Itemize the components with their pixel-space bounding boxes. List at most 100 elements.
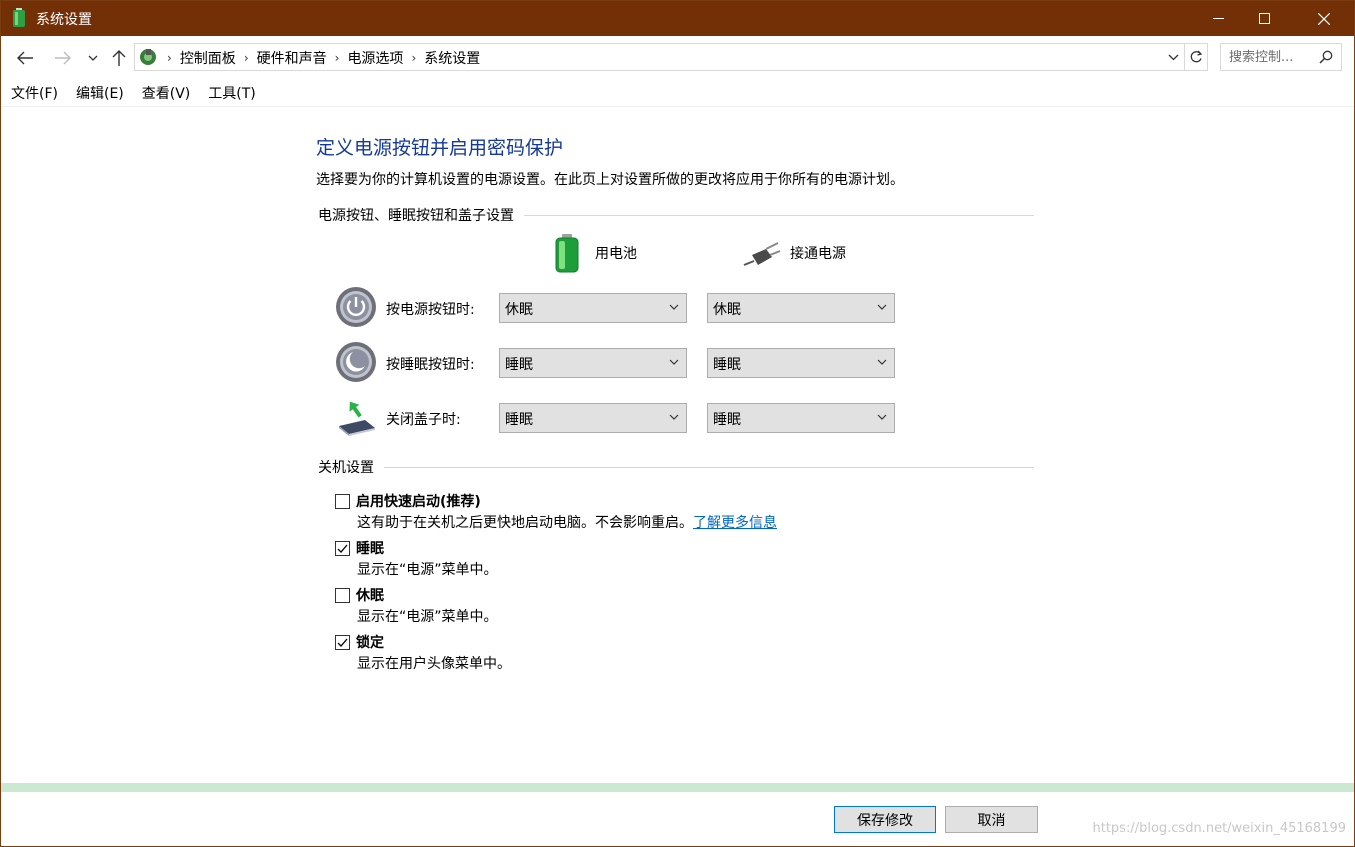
checkmark-icon bbox=[337, 544, 348, 553]
up-button[interactable] bbox=[107, 45, 131, 71]
chevron-down-icon bbox=[877, 414, 887, 420]
fast-startup-desc-text: 这有助于在关机之后更快地启动电脑。不会影响重启。 bbox=[357, 515, 693, 531]
address-bar[interactable]: › 控制面板 › 硬件和声音 › 电源选项 › 系统设置 bbox=[134, 43, 1208, 71]
plugged-in-column-header: 接通电源 bbox=[742, 237, 846, 269]
close-button[interactable] bbox=[1301, 1, 1347, 36]
chevron-down-icon bbox=[88, 55, 98, 61]
hibernate-option[interactable]: 休眠 bbox=[335, 585, 384, 605]
fast-startup-label[interactable]: 启用快速启动(推荐) bbox=[356, 491, 481, 511]
window-title: 系统设置 bbox=[36, 12, 92, 28]
search-box[interactable] bbox=[1220, 43, 1342, 71]
select-value: 睡眠 bbox=[713, 357, 741, 373]
breadcrumb-power-options[interactable]: 电源选项 bbox=[341, 48, 409, 68]
buttons-section-header: 电源按钮、睡眠按钮和盖子设置 bbox=[318, 205, 1034, 225]
chevron-down-icon bbox=[669, 414, 679, 420]
fast-startup-option[interactable]: 启用快速启动(推荐) bbox=[335, 491, 481, 511]
hibernate-checkbox[interactable] bbox=[335, 587, 350, 603]
section-heading: 关机设置 bbox=[318, 460, 374, 476]
chevron-right-icon[interactable]: › bbox=[242, 51, 251, 65]
chevron-down-icon bbox=[669, 359, 679, 365]
main-content: 定义电源按钮并启用密码保护 选择要为你的计算机设置的电源设置。在此页上对设置所做… bbox=[1, 107, 1354, 783]
power-button-label: 按电源按钮时: bbox=[386, 302, 475, 318]
chevron-right-icon[interactable]: › bbox=[333, 51, 342, 65]
divider bbox=[384, 466, 1034, 468]
window: 系统设置 › 控制面板 › 硬件和声音 › 电源选项 › 系统设置 搜索控制..… bbox=[0, 0, 1355, 847]
battery-icon bbox=[555, 234, 579, 273]
page-description: 选择要为你的计算机设置的电源设置。在此页上对设置所做的更改将应用于你所有的电源计… bbox=[316, 172, 904, 188]
breadcrumb-system-settings[interactable]: 系统设置 bbox=[418, 48, 486, 68]
lid-close-plugged-select[interactable]: 睡眠 bbox=[707, 403, 895, 433]
recent-locations-button[interactable] bbox=[83, 45, 103, 71]
breadcrumb-control-panel[interactable]: 控制面板 bbox=[174, 48, 242, 68]
learn-more-link[interactable]: 了解更多信息 bbox=[693, 515, 777, 531]
save-changes-button[interactable]: 保存修改 bbox=[834, 806, 936, 833]
lid-close-battery-select[interactable]: 睡眠 bbox=[499, 403, 687, 433]
chevron-down-icon bbox=[877, 359, 887, 365]
chevron-right-icon[interactable]: › bbox=[409, 51, 418, 65]
back-button[interactable] bbox=[13, 45, 37, 71]
breadcrumb-hardware-sound[interactable]: 硬件和声音 bbox=[251, 48, 333, 68]
chevron-down-icon bbox=[877, 304, 887, 310]
chevron-right-icon: › bbox=[167, 51, 172, 65]
footer-separator bbox=[1, 783, 1354, 792]
hibernate-description: 显示在“电源”菜单中。 bbox=[357, 609, 498, 625]
lock-description: 显示在用户头像菜单中。 bbox=[357, 656, 511, 672]
menu-tools[interactable]: 工具(T) bbox=[198, 83, 263, 103]
control-panel-icon bbox=[140, 49, 156, 65]
power-button-icon bbox=[336, 287, 376, 327]
search-input[interactable] bbox=[1229, 48, 1314, 66]
close-icon bbox=[1318, 12, 1330, 25]
lock-label[interactable]: 锁定 bbox=[356, 632, 384, 652]
footer: 保存修改 取消 https://blog.csdn.net/weixin_451… bbox=[1, 792, 1354, 846]
sleep-button-label: 按睡眠按钮时: bbox=[386, 357, 475, 373]
sleep-button-plugged-select[interactable]: 睡眠 bbox=[707, 348, 895, 378]
fast-startup-description: 这有助于在关机之后更快地启动电脑。不会影响重启。了解更多信息 bbox=[357, 512, 777, 532]
arrow-left-icon bbox=[17, 51, 33, 65]
forward-button[interactable] bbox=[51, 45, 75, 71]
maximize-icon bbox=[1258, 13, 1270, 24]
lock-checkbox[interactable] bbox=[335, 634, 350, 650]
sleep-checkbox[interactable] bbox=[335, 540, 350, 556]
chevron-down-icon bbox=[669, 304, 679, 310]
sleep-description: 显示在“电源”菜单中。 bbox=[357, 562, 498, 578]
refresh-icon bbox=[1190, 50, 1203, 63]
lid-close-label: 关闭盖子时: bbox=[386, 412, 461, 428]
refresh-button[interactable] bbox=[1184, 44, 1207, 70]
search-icon bbox=[1319, 50, 1333, 64]
menu-view[interactable]: 查看(V) bbox=[132, 83, 199, 103]
sleep-label[interactable]: 睡眠 bbox=[356, 538, 384, 558]
power-plug-icon bbox=[743, 242, 781, 266]
section-heading: 电源按钮、睡眠按钮和盖子设置 bbox=[318, 208, 514, 224]
menu-file[interactable]: 文件(F) bbox=[1, 83, 66, 103]
menu-edit[interactable]: 编辑(E) bbox=[66, 83, 132, 103]
divider bbox=[524, 214, 1034, 216]
address-history-button[interactable] bbox=[1163, 44, 1183, 70]
power-button-plugged-select[interactable]: 休眠 bbox=[707, 293, 895, 323]
menu-bar: 文件(F) 编辑(E) 查看(V) 工具(T) bbox=[1, 80, 1354, 107]
arrow-up-icon bbox=[112, 50, 126, 66]
fast-startup-checkbox[interactable] bbox=[335, 493, 350, 509]
select-value: 睡眠 bbox=[505, 357, 533, 373]
battery-column-label: 用电池 bbox=[595, 246, 637, 262]
minimize-button[interactable] bbox=[1195, 1, 1241, 36]
select-value: 休眠 bbox=[713, 302, 741, 318]
cancel-button[interactable]: 取消 bbox=[945, 806, 1038, 833]
laptop-lid-icon bbox=[339, 401, 375, 436]
arrow-right-icon bbox=[55, 51, 71, 65]
shutdown-section-header: 关机设置 bbox=[318, 457, 1034, 477]
hibernate-label[interactable]: 休眠 bbox=[356, 585, 384, 605]
sleep-option[interactable]: 睡眠 bbox=[335, 538, 384, 558]
battery-column-header: 用电池 bbox=[553, 233, 637, 273]
plugged-in-column-label: 接通电源 bbox=[790, 246, 846, 262]
sleep-button-icon bbox=[336, 342, 376, 382]
maximize-button[interactable] bbox=[1241, 1, 1287, 36]
power-button-battery-select[interactable]: 休眠 bbox=[499, 293, 687, 323]
breadcrumb: › 控制面板 › 硬件和声音 › 电源选项 › 系统设置 bbox=[165, 48, 486, 68]
checkmark-icon bbox=[337, 638, 348, 647]
lock-option[interactable]: 锁定 bbox=[335, 632, 384, 652]
sleep-button-battery-select[interactable]: 睡眠 bbox=[499, 348, 687, 378]
watermark: https://blog.csdn.net/weixin_45168199 bbox=[1092, 821, 1346, 836]
navigation-bar: › 控制面板 › 硬件和声音 › 电源选项 › 系统设置 bbox=[1, 36, 1354, 80]
select-value: 休眠 bbox=[505, 302, 533, 318]
battery-app-icon bbox=[13, 8, 25, 27]
